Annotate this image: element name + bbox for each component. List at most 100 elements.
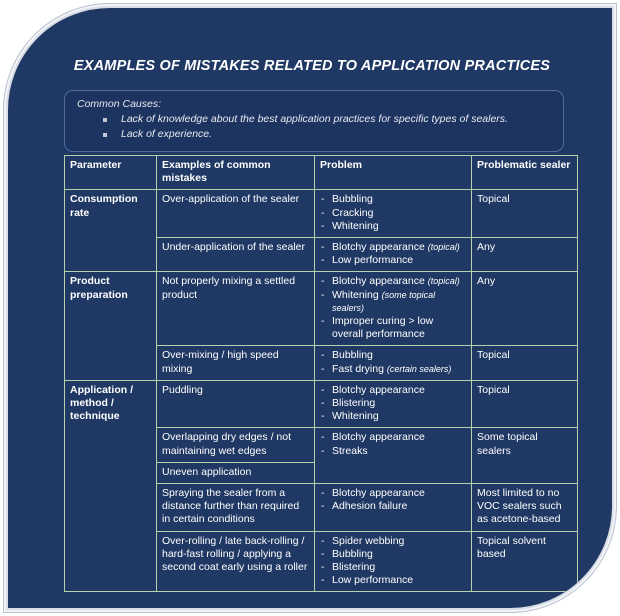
- common-causes-heading: Common Causes:: [77, 98, 162, 110]
- problem-item: Blotchy appearance (topical): [320, 275, 466, 288]
- problem-text: Blotchy appearance: [332, 383, 425, 396]
- problem-item: Spider webbing: [320, 535, 466, 548]
- problem-item: Bubbling: [320, 548, 466, 561]
- column-header-parameter: Parameter: [64, 154, 157, 191]
- problem-text: Cracking: [332, 206, 374, 219]
- column-header-mistakes: Examples of common mistakes: [156, 154, 315, 191]
- problem-item: Whitening: [320, 220, 466, 233]
- problem-item: Low performance: [320, 574, 466, 587]
- table-row: Product preparation Not properly mixing a…: [64, 271, 578, 381]
- problem-text: Low performance: [332, 254, 414, 267]
- common-causes-callout: Common Causes: Lack of knowledge about t…: [64, 90, 564, 152]
- common-cause-text: Lack of experience.: [121, 128, 213, 140]
- cell-mistake: Over-application of the sealer: [156, 189, 315, 239]
- problem-text: Blotchy appearance: [332, 275, 425, 288]
- problem-text: Whitening: [332, 219, 379, 232]
- problem-item: Blotchy appearance: [320, 487, 466, 500]
- problem-text: Adhesion failure: [332, 500, 408, 513]
- problem-text: Whitening: [332, 288, 379, 301]
- problem-text: Blotchy appearance: [332, 431, 425, 444]
- cell-mistake: Over-mixing / high speed mixing: [156, 345, 315, 381]
- problem-item: Whitening: [320, 410, 466, 423]
- cell-sealer: Most limited to no VOC sealers such as a…: [471, 483, 578, 532]
- problem-text: Low performance: [332, 574, 414, 587]
- cell-problem: Blotchy appearance (topical)Whitening (s…: [314, 271, 472, 347]
- cell-problem: BubblingCrackingWhitening: [314, 189, 472, 239]
- problem-text: Blotchy appearance: [332, 487, 425, 500]
- cell-sealer: Any: [471, 237, 578, 273]
- page-title: EXAMPLES OF MISTAKES RELATED TO APPLICAT…: [73, 58, 551, 74]
- cell-problem: Blotchy appearance (topical)Low performa…: [314, 237, 472, 273]
- common-cause-text: Lack of knowledge about the best applica…: [121, 113, 508, 125]
- common-cause-item: Lack of experience.: [103, 128, 551, 141]
- problem-item: Streaks: [320, 445, 466, 458]
- problem-text: Streaks: [332, 444, 368, 457]
- cell-sealer: Topical: [471, 189, 578, 239]
- problem-list: Blotchy appearance (topical)Low performa…: [320, 241, 466, 268]
- cell-mistake: Puddling: [156, 379, 315, 429]
- problem-item: Cracking: [320, 207, 466, 220]
- problem-item: Blistering: [320, 561, 466, 574]
- table-row: Consumption rate Over-application of the …: [64, 189, 578, 273]
- problem-text: Whitening: [332, 410, 379, 423]
- problem-list: Spider webbingBubblingBlisteringLow perf…: [320, 535, 466, 588]
- cell-parameter: Consumption rate: [64, 189, 157, 273]
- common-causes-list: Lack of knowledge about the best applica…: [77, 113, 551, 141]
- bullet-icon: [103, 133, 107, 137]
- cell-problem: Blotchy appearanceStreaks: [314, 427, 472, 485]
- problem-item: Blotchy appearance: [320, 431, 466, 444]
- cell-mistake: Under-application of the sealer: [156, 237, 315, 273]
- cell-mistake: Spraying the sealer from a distance furt…: [156, 483, 315, 532]
- problem-text: Improper curing > low overall performanc…: [332, 315, 434, 341]
- problem-list: BubblingFast drying (certain sealers): [320, 349, 466, 376]
- problem-item: Whitening (some topical sealers): [320, 289, 466, 315]
- problem-list: Blotchy appearanceAdhesion failure: [320, 487, 466, 514]
- problem-text: Blistering: [332, 561, 376, 574]
- cell-problem: BubblingFast drying (certain sealers): [314, 345, 472, 381]
- table-header-row: Parameter Examples of common mistakes Pr…: [64, 154, 578, 191]
- cell-mistake: Uneven application: [156, 461, 315, 485]
- cell-sealer: Any: [471, 271, 578, 347]
- problem-item: Bubbling: [320, 193, 466, 206]
- cell-mistake: Over-rolling / late back-rolling / hard-…: [156, 530, 315, 593]
- cell-sealer: Topical: [471, 379, 578, 429]
- cell-sealer: Topical solvent based: [471, 530, 578, 593]
- problem-note: (topical): [427, 276, 460, 287]
- problem-item: Adhesion failure: [320, 500, 466, 513]
- cell-sealer: Some topical sealers: [471, 427, 578, 485]
- problem-list: Blotchy appearanceBlisteringWhitening: [320, 384, 466, 424]
- cell-parameter: Product preparation: [64, 271, 157, 381]
- problem-list: Blotchy appearanceStreaks: [320, 431, 466, 458]
- problem-list: BubblingCrackingWhitening: [320, 193, 466, 233]
- problem-item: Blistering: [320, 397, 466, 410]
- problem-text: Bubbling: [332, 547, 373, 560]
- problem-text: Blistering: [332, 397, 376, 410]
- problem-item: Fast drying (certain sealers): [320, 363, 466, 376]
- cell-problem: Blotchy appearanceAdhesion failure: [314, 483, 472, 532]
- bullet-icon: [103, 118, 107, 122]
- problem-item: Low performance: [320, 254, 466, 267]
- table-body: Consumption rate Over-application of the …: [64, 189, 578, 593]
- problem-text: Bubbling: [332, 349, 373, 362]
- cell-sealer: Topical: [471, 345, 578, 381]
- cell-mistake: Overlapping dry edges / not maintaining …: [156, 427, 315, 463]
- problem-note: (certain sealers): [386, 363, 452, 374]
- column-header-sealer: Problematic sealer: [471, 154, 578, 191]
- common-cause-item: Lack of knowledge about the best applica…: [103, 113, 551, 126]
- table-row: Application / method / technique Puddling…: [64, 379, 578, 593]
- column-header-problem: Problem: [314, 154, 472, 191]
- problem-item: Blotchy appearance (topical): [320, 241, 466, 254]
- problem-text: Spider webbing: [332, 534, 405, 547]
- problem-note: (topical): [427, 242, 460, 253]
- problem-list: Blotchy appearance (topical)Whitening (s…: [320, 275, 466, 341]
- mistakes-table: Parameter Examples of common mistakes Pr…: [64, 154, 578, 593]
- problem-text: Fast drying: [332, 362, 384, 375]
- problem-text: Bubbling: [332, 193, 373, 206]
- cell-problem: Spider webbingBubblingBlisteringLow perf…: [314, 530, 472, 593]
- slide-frame: EXAMPLES OF MISTAKES RELATED TO APPLICAT…: [6, 6, 614, 610]
- problem-text: Blotchy appearance: [332, 241, 425, 254]
- cell-mistake: Not properly mixing a settled product: [156, 271, 315, 347]
- problem-item: Bubbling: [320, 349, 466, 362]
- cell-problem: Blotchy appearanceBlisteringWhitening: [314, 379, 472, 429]
- problem-item: Improper curing > low overall performanc…: [320, 315, 466, 341]
